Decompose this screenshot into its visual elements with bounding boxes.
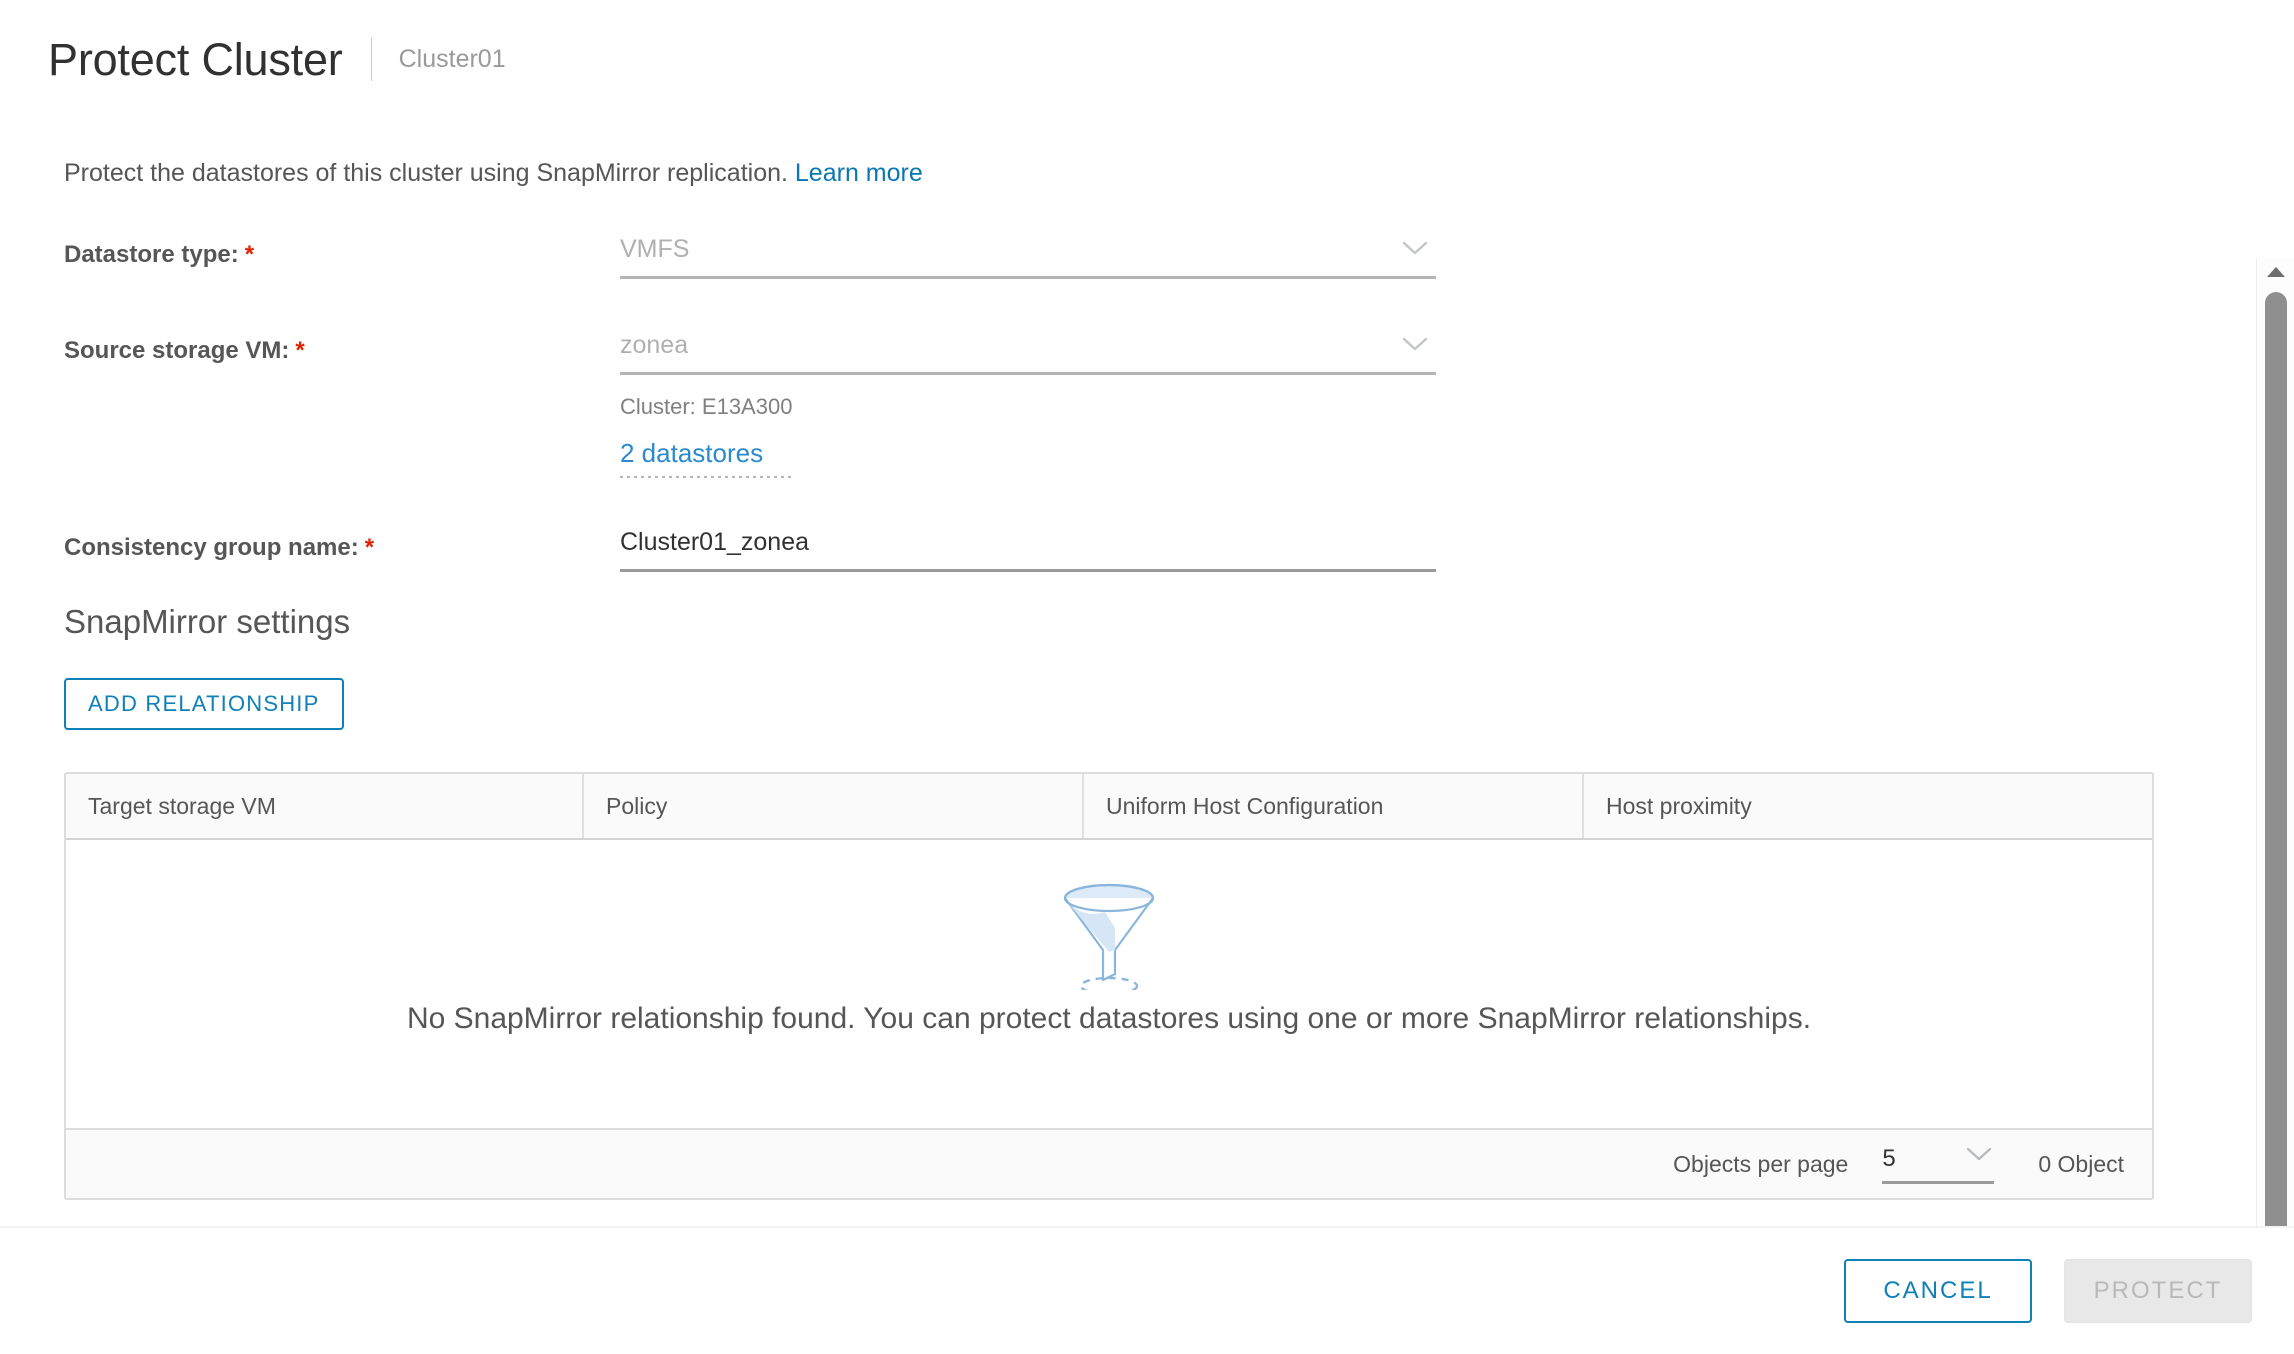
snapmirror-section-title: SnapMirror settings — [64, 603, 351, 640]
datastores-link-wrap[interactable]: 2 datastores — [620, 440, 792, 478]
title-divider — [370, 37, 372, 81]
protect-button: PROTECT — [2064, 1259, 2252, 1323]
vertical-scrollbar[interactable] — [2256, 258, 2294, 1344]
table-footer: Objects per page 5 0 Object — [66, 1128, 2152, 1198]
table-body-empty-state: No SnapMirror relationship found. You ca… — [66, 840, 2152, 1128]
datastores-count-link[interactable]: 2 datastores — [620, 440, 763, 466]
chevron-down-icon — [1402, 240, 1428, 256]
required-asterisk: * — [364, 534, 375, 561]
dialog-footer: CANCEL PROTECT — [0, 1226, 2294, 1354]
learn-more-link[interactable]: Learn more — [795, 159, 923, 187]
chevron-down-icon — [1402, 336, 1428, 352]
column-header-target-storage-vm[interactable]: Target storage VM — [66, 774, 582, 838]
objects-per-page-select[interactable]: 5 — [1882, 1144, 1995, 1184]
object-count-label: 0 Object — [2038, 1150, 2124, 1177]
consistency-group-name-label-text: Consistency group name: — [64, 534, 359, 561]
empty-state-message: No SnapMirror relationship found. You ca… — [406, 1002, 1812, 1035]
table-header-row: Target storage VM Policy Uniform Host Co… — [66, 774, 2152, 840]
source-storage-vm-label-text: Source storage VM: — [64, 337, 290, 364]
consistency-group-name-input[interactable]: Cluster01_zonea — [620, 527, 1436, 572]
column-header-host-proximity[interactable]: Host proximity — [1582, 774, 2152, 838]
protect-cluster-dialog: Protect Cluster Cluster01 Protect the da… — [0, 0, 2294, 1354]
page-title: Protect Cluster — [48, 33, 343, 85]
source-cluster-note: Cluster: E13A300 — [620, 394, 793, 419]
datastore-type-label: Datastore type: * — [64, 234, 620, 267]
scrollbar-track[interactable] — [2257, 286, 2294, 1316]
datastore-type-select[interactable]: VMFS — [620, 234, 1436, 279]
datastore-type-value: VMFS — [620, 235, 690, 263]
chevron-down-icon — [1966, 1146, 1992, 1162]
consistency-group-name-field: Cluster01_zonea — [620, 527, 1436, 572]
protect-form: Datastore type: * VMFS Source storage VM… — [64, 234, 2250, 587]
source-storage-vm-label: Source storage VM: * — [64, 330, 620, 363]
objects-per-page-label: Objects per page — [1673, 1150, 1849, 1177]
source-storage-vm-value: zonea — [620, 331, 689, 359]
cancel-button[interactable]: CANCEL — [1844, 1259, 2032, 1323]
dialog-body: Protect the datastores of this cluster u… — [0, 118, 2294, 1344]
intro-sentence: Protect the datastores of this cluster u… — [64, 159, 788, 187]
field-row-datastore-type: Datastore type: * VMFS — [64, 234, 2250, 330]
dialog-header: Protect Cluster Cluster01 — [0, 0, 2294, 118]
column-header-uniform-host-configuration[interactable]: Uniform Host Configuration — [1082, 774, 1582, 838]
dialog-content: Protect the datastores of this cluster u… — [0, 118, 2250, 1226]
source-storage-vm-select[interactable]: zonea — [620, 330, 1436, 375]
datastore-type-label-text: Datastore type: — [64, 241, 239, 268]
required-asterisk: * — [244, 241, 255, 268]
scroll-up-arrow-icon[interactable] — [2257, 258, 2294, 286]
snapmirror-relationships-table: Target storage VM Policy Uniform Host Co… — [64, 772, 2154, 1200]
objects-per-page-value: 5 — [1882, 1145, 1896, 1172]
column-header-policy[interactable]: Policy — [582, 774, 1082, 838]
required-asterisk: * — [295, 337, 305, 364]
intro-text: Protect the datastores of this cluster u… — [64, 158, 2250, 188]
field-row-consistency-group-name: Consistency group name: * Cluster01_zonea — [64, 527, 2250, 587]
consistency-group-name-label: Consistency group name: * — [64, 527, 620, 560]
page-subtitle: Cluster01 — [398, 44, 506, 73]
field-row-source-storage-vm: Source storage VM: * zonea Cluster: E13A3… — [64, 330, 2250, 527]
add-relationship-button[interactable]: ADD RELATIONSHIP — [64, 678, 344, 730]
dotted-underline — [620, 476, 792, 478]
funnel-icon — [1049, 876, 1169, 996]
consistency-group-name-value: Cluster01_zonea — [620, 528, 810, 556]
source-storage-vm-field: zonea Cluster: E13A300 2 datastores — [620, 330, 1436, 478]
datastore-type-field: VMFS — [620, 234, 1436, 279]
scrollbar-thumb[interactable] — [2264, 292, 2287, 1310]
